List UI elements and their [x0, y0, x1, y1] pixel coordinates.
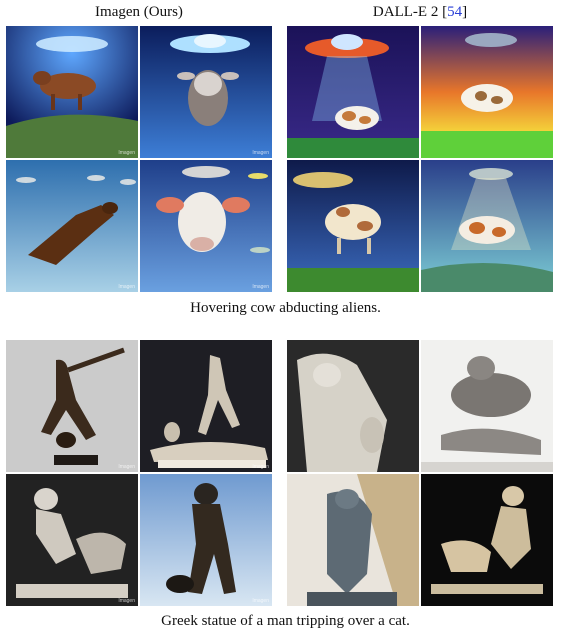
image-imagen-statue-3: Imagen: [6, 474, 138, 606]
watermark: Imagen: [118, 464, 135, 470]
image-dalle-cow-3: [287, 160, 419, 292]
image-imagen-cow-4: Imagen: [140, 160, 272, 292]
image-imagen-statue-1: Imagen: [6, 340, 138, 472]
image-grid-cow: Imagen Imagen Imagen Imagen: [6, 26, 553, 292]
image-dalle-statue-2: [421, 340, 553, 472]
dalle-label: DALL-E 2 [: [372, 4, 448, 20]
image-dalle-cow-1: [287, 26, 419, 158]
watermark: Imagen: [118, 598, 135, 604]
imagen-label: Imagen (Ours): [95, 4, 183, 20]
image-imagen-cow-2: Imagen: [140, 26, 272, 158]
column-header-dalle: DALL-E 2 [54]: [287, 4, 553, 21]
watermark: Imagen: [252, 284, 269, 290]
citation-link[interactable]: 54: [447, 4, 462, 20]
dalle-label-close: ]: [462, 4, 468, 20]
image-dalle-cow-4: [421, 160, 553, 292]
image-imagen-cow-3: Imagen: [6, 160, 138, 292]
image-dalle-cow-2: [421, 26, 553, 158]
image-imagen-statue-4: Imagen: [140, 474, 272, 606]
image-dalle-statue-4: [421, 474, 553, 606]
watermark: Imagen: [252, 150, 269, 156]
watermark: Imagen: [118, 150, 135, 156]
watermark: Imagen: [252, 464, 269, 470]
image-dalle-statue-1: [287, 340, 419, 472]
caption-statue: Greek statue of a man tripping over a ca…: [161, 613, 410, 629]
column-header-imagen: Imagen (Ours): [6, 4, 272, 21]
image-imagen-cow-1: Imagen: [6, 26, 138, 158]
watermark: Imagen: [252, 598, 269, 604]
watermark: Imagen: [118, 284, 135, 290]
image-imagen-statue-2: Imagen: [140, 340, 272, 472]
caption-cow: Hovering cow abducting aliens.: [190, 300, 381, 316]
image-grid-statue: Imagen Imagen Imagen Imagen: [6, 340, 553, 606]
image-dalle-statue-3: [287, 474, 419, 606]
